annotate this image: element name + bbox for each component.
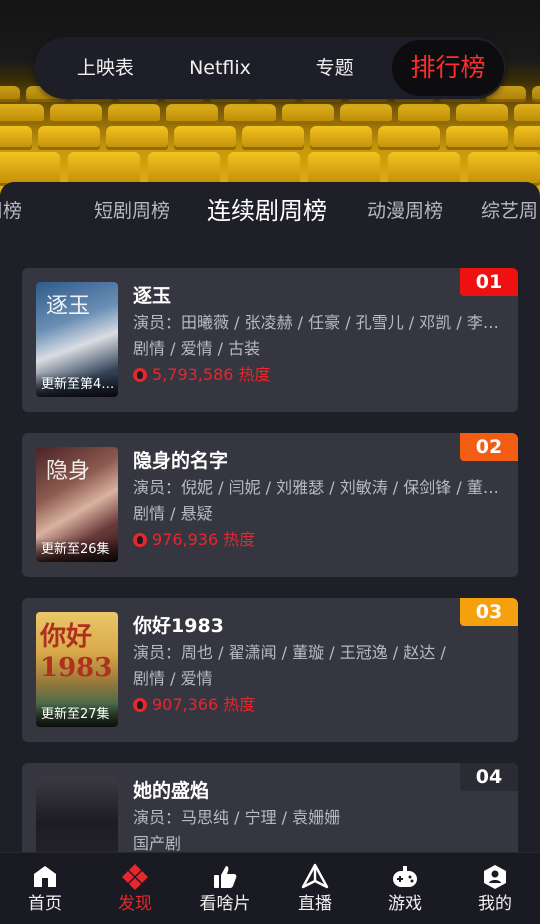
show-title: 她的盛焰 bbox=[133, 780, 210, 802]
poster-image[interactable]: 逐玉 更新至第4… bbox=[36, 282, 118, 397]
heat-score: 976,936 热度 bbox=[133, 527, 508, 553]
heat-score: 907,366 热度 bbox=[133, 692, 508, 718]
cinema-seats-banner bbox=[0, 0, 540, 200]
nav-label: 首页 bbox=[28, 893, 62, 914]
cast-list: 演员：马思纯 / 宁理 / 袁姗姗 bbox=[133, 808, 341, 827]
card-info: 隐身的名字 演员：倪妮 / 闫妮 / 刘雅瑟 / 刘敏涛 / 保剑锋 / 董… … bbox=[133, 447, 508, 553]
nav-label: 游戏 bbox=[388, 893, 422, 914]
poster-image[interactable]: 隐身 更新至26集 bbox=[36, 447, 118, 562]
nav-discover[interactable]: 发现 bbox=[90, 853, 180, 924]
subtab-movie-weekly[interactable]: 影周榜 bbox=[0, 182, 22, 240]
nav-games[interactable]: 游戏 bbox=[360, 853, 450, 924]
ranking-category-tabs: 影周榜 短剧周榜 连续剧周榜 动漫周榜 综艺周 bbox=[0, 182, 540, 240]
flame-icon bbox=[133, 368, 147, 382]
ranking-panel: 影周榜 短剧周榜 连续剧周榜 动漫周榜 综艺周 01 逐玉 更新至第4… 逐玉 … bbox=[0, 182, 540, 907]
gamepad-icon bbox=[393, 865, 417, 887]
ranking-card[interactable]: 03 你好1983 更新至27集 你好1983 演员：周也 / 翟潇闻 / 董璇… bbox=[22, 598, 518, 742]
heat-value: 976,936 热度 bbox=[152, 530, 256, 549]
home-icon bbox=[34, 865, 56, 887]
nav-label: 我的 bbox=[478, 893, 512, 914]
flame-icon bbox=[133, 533, 147, 547]
subtab-tv-series-weekly[interactable]: 连续剧周榜 bbox=[207, 182, 327, 240]
nav-home[interactable]: 首页 bbox=[0, 853, 90, 924]
nav-recommend[interactable]: 看啥片 bbox=[180, 853, 270, 924]
card-info: 你好1983 演员：周也 / 翟潇闻 / 董璇 / 王冠逸 / 赵达 / 剧情 … bbox=[133, 612, 508, 718]
genre-list: 剧情 / 爱情 / 古装 bbox=[133, 339, 261, 358]
tab-rankings[interactable]: 排行榜 bbox=[392, 40, 505, 96]
subtab-short-drama-weekly[interactable]: 短剧周榜 bbox=[94, 182, 170, 240]
tab-topics[interactable]: 专题 bbox=[277, 40, 392, 96]
app-screen: 上映表 Netflix 专题 排行榜 影周榜 短剧周榜 连续剧周榜 动漫周榜 综… bbox=[0, 0, 540, 924]
tab-showtimes[interactable]: 上映表 bbox=[48, 40, 163, 96]
nav-label: 发现 bbox=[118, 893, 152, 914]
bottom-nav-bar: 首页 发现 看啥片 直播 游戏 我的 bbox=[0, 852, 540, 924]
nav-label: 直播 bbox=[298, 893, 332, 914]
thumbs-up-icon bbox=[214, 865, 237, 888]
cast-list: 演员：田曦薇 / 张凌赫 / 任豪 / 孔雪儿 / 邓凯 / 李… bbox=[133, 313, 499, 332]
nav-live[interactable]: 直播 bbox=[270, 853, 360, 924]
card-info: 逐玉 演员：田曦薇 / 张凌赫 / 任豪 / 孔雪儿 / 邓凯 / 李… 剧情 … bbox=[133, 282, 508, 388]
show-title: 你好1983 bbox=[133, 615, 224, 637]
card-info: 她的盛焰 演员：马思纯 / 宁理 / 袁姗姗 国产剧 bbox=[133, 777, 508, 857]
update-status: 更新至第4… bbox=[36, 373, 118, 397]
poster-title-art: 隐身 bbox=[46, 459, 91, 484]
subtab-variety-weekly[interactable]: 综艺周 bbox=[481, 182, 538, 240]
ranking-card[interactable]: 02 隐身 更新至26集 隐身的名字 演员：倪妮 / 闫妮 / 刘雅瑟 / 刘敏… bbox=[22, 433, 518, 577]
live-icon bbox=[301, 863, 329, 888]
subtab-anime-weekly[interactable]: 动漫周榜 bbox=[367, 182, 443, 240]
update-status: 更新至26集 bbox=[36, 538, 118, 562]
genre-list: 剧情 / 爱情 bbox=[133, 669, 213, 688]
update-status: 更新至27集 bbox=[36, 703, 118, 727]
poster-title-art: 逐玉 bbox=[46, 294, 91, 319]
top-tab-bar: 上映表 Netflix 专题 排行榜 bbox=[34, 37, 506, 99]
heat-value: 5,793,586 热度 bbox=[152, 365, 271, 384]
show-title: 逐玉 bbox=[133, 285, 172, 307]
ranking-card[interactable]: 01 逐玉 更新至第4… 逐玉 演员：田曦薇 / 张凌赫 / 任豪 / 孔雪儿 … bbox=[22, 268, 518, 412]
tab-netflix[interactable]: Netflix bbox=[163, 40, 278, 96]
seat-row bbox=[0, 104, 540, 124]
discover-icon bbox=[122, 863, 148, 890]
flame-icon bbox=[133, 698, 147, 712]
heat-score: 5,793,586 热度 bbox=[133, 362, 508, 388]
show-title: 隐身的名字 bbox=[133, 450, 229, 472]
poster-image[interactable]: 你好1983 更新至27集 bbox=[36, 612, 118, 727]
seat-row bbox=[0, 126, 540, 150]
cast-list: 演员：周也 / 翟潇闻 / 董璇 / 王冠逸 / 赵达 / bbox=[133, 643, 446, 662]
poster-title-art: 你好1983 bbox=[40, 622, 113, 683]
cast-list: 演员：倪妮 / 闫妮 / 刘雅瑟 / 刘敏涛 / 保剑锋 / 董… bbox=[133, 478, 499, 497]
profile-icon bbox=[484, 864, 506, 889]
nav-profile[interactable]: 我的 bbox=[450, 853, 540, 924]
seat-row bbox=[0, 152, 540, 186]
heat-value: 907,366 热度 bbox=[152, 695, 256, 714]
nav-label: 看啥片 bbox=[199, 893, 251, 914]
genre-list: 剧情 / 悬疑 bbox=[133, 504, 213, 523]
